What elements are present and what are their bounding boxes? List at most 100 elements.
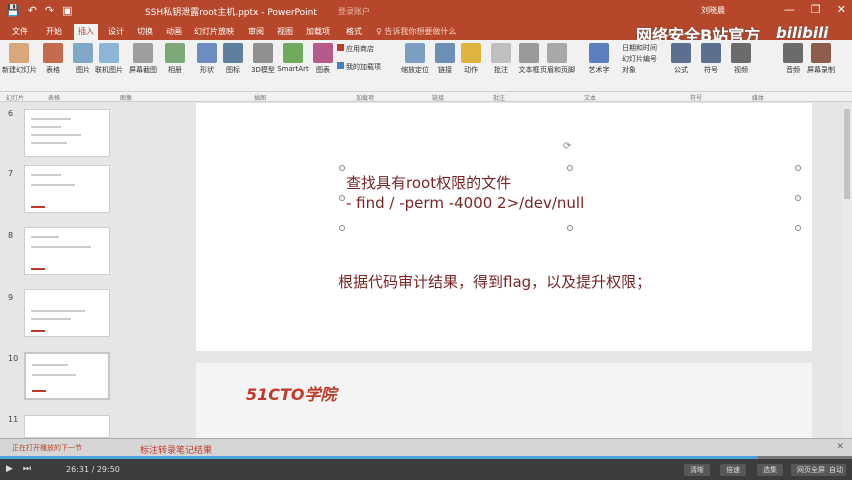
screen-record-icon [811,43,831,63]
close-button[interactable]: ✕ [837,3,846,16]
ribbon-button-label: 艺术字 [588,66,610,74]
ribbon-button-label: 表格 [46,66,60,74]
tab-home[interactable]: 开始 [46,26,62,37]
ribbon-button-label: 新建幻灯片 [2,66,37,74]
ribbon-button-symbol[interactable]: 符号 [694,43,728,75]
ribbon-button-label: 缩放定位 [401,66,429,74]
current-slide[interactable]: ⟳ 查找具有root权限的文件 - find / -perm -4000 2>/… [196,103,812,351]
my-addins-button[interactable]: 我的加载项 [337,62,381,72]
resize-handle[interactable] [567,225,573,231]
ribbon-button-label: 联机图片 [95,66,123,74]
group-label-comments: 批注 [493,95,506,102]
resize-handle[interactable] [339,165,345,171]
slide-text-line2[interactable]: - find / -perm -4000 2>/dev/null [346,194,584,212]
slide-thumbnail[interactable] [24,289,110,337]
ribbon-button-online-picture[interactable]: 联机图片 [92,43,126,75]
quick-access-toolbar: 💾 ↶ ↷ ▣ [6,4,73,17]
slide-text-line1[interactable]: 查找具有root权限的文件 [346,172,511,193]
resize-handle[interactable] [795,165,801,171]
window-title: SSH私钥泄露root主机.pptx - PowerPoint [145,8,317,18]
webfullscreen-button[interactable]: 网页全屏 [791,464,831,476]
next-slide-preview[interactable]: 51CTO学院 [196,363,812,438]
ribbon-button-label: 形状 [200,66,214,74]
thumbnail-number: 11 [8,415,19,424]
ribbon-button-screen-record[interactable]: 屏幕录制 [804,43,838,75]
minimize-button[interactable]: — [784,3,795,16]
link-icon [435,43,455,63]
ribbon-button-table[interactable]: 表格 [36,43,70,75]
object-button[interactable]: 对象 [622,65,657,76]
group-label-images: 图像 [120,95,133,102]
slide-text-line3[interactable]: 根据代码审计结果，得到flag，以及提升权限； [338,271,651,292]
ribbon-button-label: 公式 [674,66,688,74]
rotate-handle-icon[interactable]: ⟳ [563,141,571,152]
resize-handle[interactable] [339,195,345,201]
ribbon-button-header-footer[interactable]: 页眉和页脚 [540,43,575,75]
slide-number-button[interactable]: 幻灯片编号 [622,54,657,65]
ribbon-button-label: 页眉和页脚 [540,66,575,74]
store-button[interactable]: 应用商店 [337,44,374,54]
ribbon-button-chart[interactable]: 图表 [306,43,340,75]
present-icon[interactable]: ▣ [62,4,72,17]
tab-view[interactable]: 视图 [277,26,293,37]
ribbon-button-new-slide[interactable]: 新建幻灯片 [2,43,37,75]
scrollbar-thumb[interactable] [844,109,850,199]
ribbon-button-label: 图表 [316,66,330,74]
icons-icon [223,43,243,63]
slide-thumbnail[interactable] [24,415,110,438]
ribbon-button-icons[interactable]: 图标 [216,43,250,75]
speed-button[interactable]: 倍速 [720,464,746,476]
quality-button[interactable]: 清晰 [684,464,710,476]
ribbon-button-label: 相册 [168,66,182,74]
episodes-button[interactable]: 选集 [757,464,783,476]
save-icon[interactable]: 💾 [6,4,20,17]
auto-button[interactable]: 自动 [826,464,846,476]
signin-link[interactable]: 登录账户 [338,6,370,17]
ribbon-button-label: 屏幕截图 [129,66,157,74]
slide-thumbnail[interactable] [24,227,110,275]
slide-thumbnail[interactable] [24,109,110,157]
tell-me-search[interactable]: ♀ 告诉我你想要做什么 [376,26,456,37]
progress-fill[interactable] [0,456,759,459]
action-icon [461,43,481,63]
ribbon-button-zoom[interactable]: 缩放定位 [398,43,432,75]
play-icon[interactable]: ▶ [6,464,13,474]
ribbon-button-smartart[interactable]: SmartArt [276,43,310,73]
resize-handle[interactable] [795,195,801,201]
undo-icon[interactable]: ↶ [28,4,37,17]
tab-animations[interactable]: 动画 [166,26,182,37]
resize-handle[interactable] [567,165,573,171]
close-icon[interactable]: ✕ [836,442,844,452]
ribbon-button-label: 屏幕录制 [807,66,835,74]
tab-slideshow[interactable]: 幻灯片放映 [194,26,234,37]
vertical-scrollbar[interactable] [842,103,852,438]
tab-transitions[interactable]: 切换 [137,26,153,37]
ribbon-button-wordart[interactable]: 艺术字 [582,43,616,75]
ribbon-button-screenshot[interactable]: 屏幕截图 [126,43,160,75]
slide-thumbnail[interactable] [24,165,110,213]
ribbon-button-album[interactable]: 相册 [158,43,192,75]
tab-design[interactable]: 设计 [108,26,124,37]
ribbon-button-3d-model[interactable]: 3D模型 [246,43,280,75]
resize-handle[interactable] [339,225,345,231]
slide-thumbnail-selected[interactable] [24,352,110,400]
ribbon-button-label: 音频 [786,66,800,74]
3d-model-icon [253,43,273,63]
tab-review[interactable]: 审阅 [248,26,264,37]
slide-editor: ⟳ 查找具有root权限的文件 - find / -perm -4000 2>/… [118,103,852,438]
screenshot-icon [133,43,153,63]
tab-addins[interactable]: 加载项 [306,26,330,37]
redo-icon[interactable]: ↷ [45,4,54,17]
resize-handle[interactable] [795,225,801,231]
smartart-icon [283,43,303,63]
ribbon-button-formula[interactable]: 公式 [664,43,698,75]
date-time-button[interactable]: 日期和时间 [622,43,657,54]
ribbon-button-video[interactable]: 视频 [724,43,758,75]
restore-button[interactable]: ❐ [811,3,821,16]
tab-file[interactable]: 文件 [12,26,28,37]
tab-insert[interactable]: 插入 [74,24,98,40]
user-name[interactable]: 刘晓晨 [701,5,725,16]
ribbon-button-action[interactable]: 动作 [454,43,488,75]
tab-format[interactable]: 格式 [346,26,362,37]
next-icon[interactable]: ⏭ [23,464,31,474]
